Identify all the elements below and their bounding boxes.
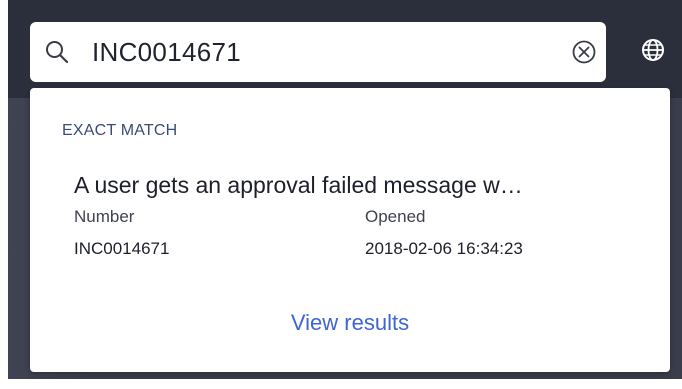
result-title: A user gets an approval failed message w… [74, 172, 523, 198]
search-result-item[interactable]: A user gets an approval failed message w… [30, 88, 670, 278]
global-search-box[interactable] [30, 22, 606, 82]
globe-icon[interactable] [640, 37, 666, 63]
search-icon [44, 39, 70, 65]
number-value: INC0014671 [74, 239, 170, 258]
number-label: Number [74, 207, 135, 226]
view-results-link[interactable]: View results [30, 310, 670, 336]
opened-label: Opened [365, 207, 426, 226]
search-results-dropdown: EXACT MATCH A user gets an approval fail… [30, 88, 670, 372]
app-stage: EXACT MATCH A user gets an approval fail… [0, 0, 682, 389]
opened-value: 2018-02-06 16:34:23 [365, 239, 523, 258]
search-input[interactable] [92, 32, 552, 72]
clear-search-icon[interactable] [570, 38, 598, 66]
